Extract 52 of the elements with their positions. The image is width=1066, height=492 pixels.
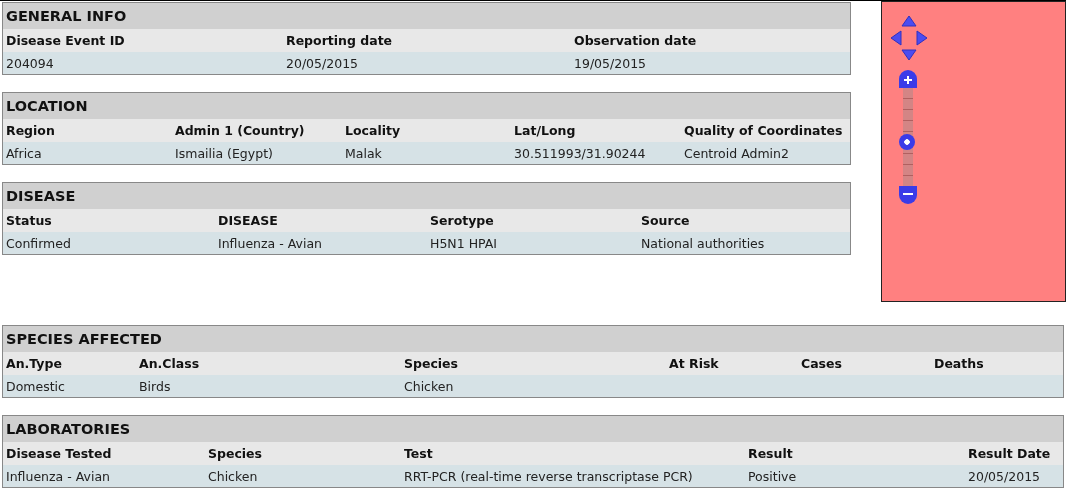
slider-thumb[interactable] (899, 133, 915, 150)
column-header: Region (6, 123, 56, 138)
column-header: Locality (345, 123, 402, 138)
column-header: Quality of Coordinates (684, 123, 844, 138)
column-header: Lat/Long (514, 123, 577, 138)
column-header: Species (208, 446, 264, 461)
column-header: Disease Event ID (6, 33, 126, 48)
column-header: DISEASE (218, 213, 279, 228)
column-header: An.Class (139, 356, 201, 371)
table-cell: 20/05/2015 (286, 55, 359, 71)
table-cell: National authorities (641, 235, 765, 251)
column-header: Observation date (574, 33, 698, 48)
table-cell: 19/05/2015 (574, 55, 647, 71)
column-header: Result Date (968, 446, 1052, 461)
table-cell: Malak (345, 145, 382, 161)
column-header: Disease Tested (6, 446, 113, 461)
section-title: DISEASE (6, 188, 76, 204)
table-cell: 20/05/2015 (968, 468, 1041, 484)
section-title: LABORATORIES (6, 421, 131, 437)
table-cell: RRT-PCR (real-time reverse transcriptase PCR) (404, 468, 693, 484)
column-header: Species (404, 356, 460, 371)
column-header: Source (641, 213, 691, 228)
zoom-in-button[interactable] (898, 70, 918, 88)
table-cell: 204094 (6, 55, 54, 71)
section-title: GENERAL INFO (6, 8, 127, 24)
table-cell: Chicken (208, 468, 258, 484)
column-header: Test (404, 446, 434, 461)
section-title: SPECIES AFFECTED (6, 331, 162, 347)
column-header: Deaths (934, 356, 985, 371)
table-cell: Africa (6, 145, 42, 161)
pan-control-icon[interactable] (889, 14, 929, 62)
column-header: Status (6, 213, 53, 228)
table-cell: H5N1 HPAI (430, 235, 497, 251)
column-header: Result (748, 446, 794, 461)
table-cell: Domestic (6, 378, 65, 394)
column-header: Serotype (430, 213, 495, 228)
column-header: Reporting date (286, 33, 394, 48)
table-cell: Influenza - Avian (218, 235, 322, 251)
table-cell: Centroid Admin2 (684, 145, 789, 161)
table-cell: 30.511993/31.90244 (514, 145, 646, 161)
zoom-out-button[interactable] (898, 186, 918, 204)
table-cell: Confirmed (6, 235, 71, 251)
table-cell: Chicken (404, 378, 454, 394)
table-cell: Ismailia (Egypt) (175, 145, 273, 161)
section-title: LOCATION (6, 98, 88, 114)
column-header: Admin 1 (Country) (175, 123, 306, 138)
column-header: An.Type (6, 356, 63, 371)
column-header: At Risk (669, 356, 720, 371)
table-cell: Positive (748, 468, 797, 484)
table-cell: Birds (139, 378, 171, 394)
column-header: Cases (801, 356, 843, 371)
table-cell: Influenza - Avian (6, 468, 110, 484)
